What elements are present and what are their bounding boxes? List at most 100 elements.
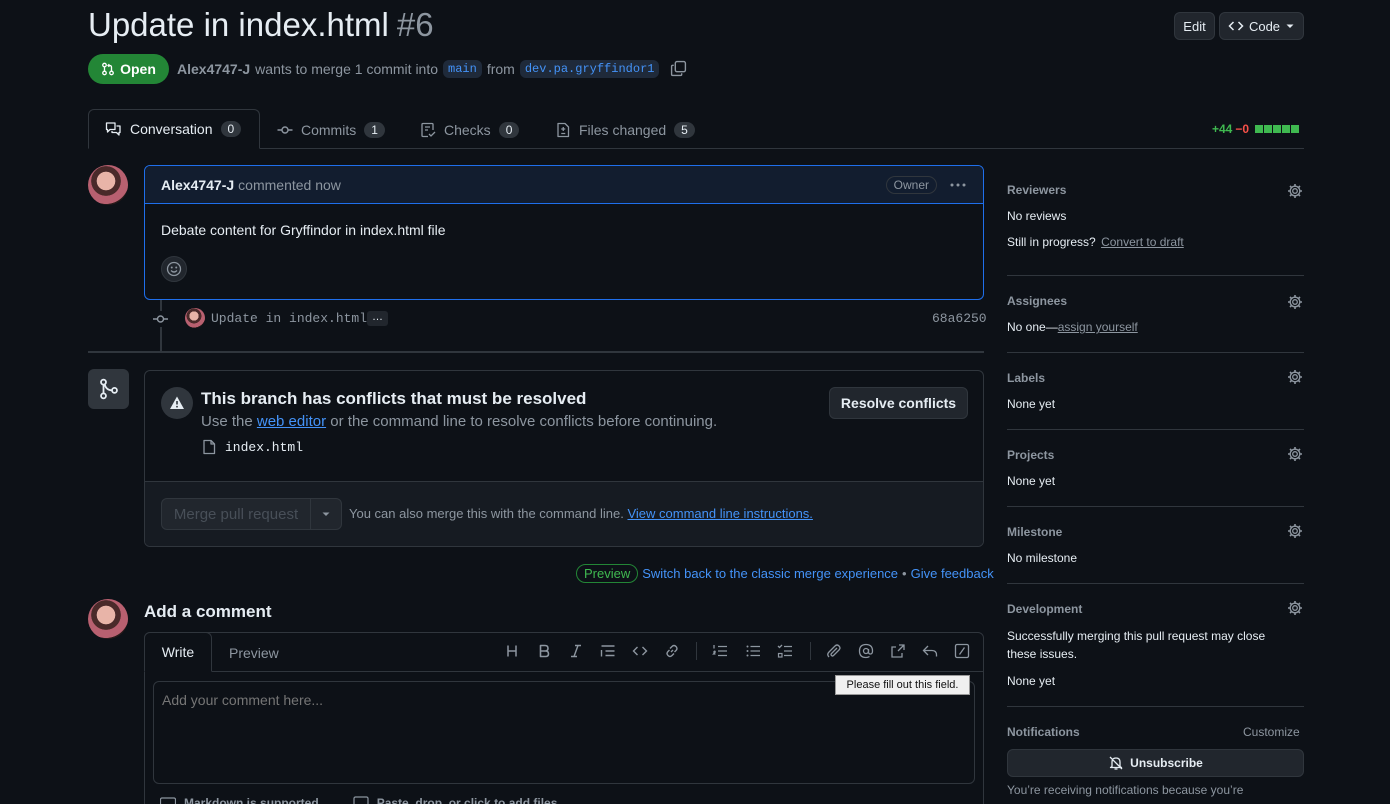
tab-write[interactable]: Write	[144, 632, 212, 672]
alert-icon	[170, 396, 184, 409]
copy-icon[interactable]	[670, 60, 687, 77]
tab-checks[interactable]: Checks 0	[420, 110, 520, 149]
additions-count: +44	[1212, 122, 1233, 136]
quote-icon[interactable]	[600, 643, 616, 659]
tab-preview[interactable]: Preview	[229, 633, 279, 672]
ordered-list-icon[interactable]	[712, 643, 728, 659]
preview-badge: Preview	[576, 563, 639, 583]
conflict-title: This branch has conflicts that must be r…	[201, 389, 587, 408]
commit-expand-button[interactable]: …	[367, 311, 388, 326]
edit-button[interactable]: Edit	[1174, 12, 1215, 40]
commit-icon	[277, 125, 293, 134]
in-progress-text: Still in progress?	[1007, 235, 1096, 249]
gear-icon[interactable]	[1287, 294, 1303, 310]
merge-pull-request-button[interactable]: Merge pull request	[161, 498, 311, 530]
tab-label: Files changed	[579, 121, 667, 138]
merge-method-dropdown[interactable]	[310, 498, 342, 530]
task-list-icon[interactable]	[777, 643, 793, 659]
conflict-desc-suffix: or the command line to resolve conflicts…	[330, 413, 718, 430]
kebab-horizontal-icon[interactable]	[949, 177, 967, 193]
code-button[interactable]: Code	[1219, 12, 1304, 40]
git-merge-icon	[99, 378, 118, 400]
gear-icon[interactable]	[1287, 523, 1303, 539]
file-icon	[203, 439, 216, 455]
validation-tooltip: Please fill out this field.	[835, 675, 970, 695]
gear-icon[interactable]	[1287, 183, 1303, 199]
code-icon[interactable]	[632, 643, 648, 659]
reviewers-value: No reviews	[1007, 209, 1067, 223]
base-branch[interactable]: main	[443, 60, 482, 78]
assignees-title[interactable]: Assignees	[1007, 294, 1067, 308]
reply-icon[interactable]	[922, 643, 938, 659]
unordered-list-icon[interactable]	[745, 643, 761, 659]
tab-files-changed[interactable]: Files changed 5	[555, 110, 695, 149]
gear-icon[interactable]	[1287, 600, 1303, 616]
conflict-description: Use the web editor or the command line t…	[201, 413, 717, 430]
give-feedback-link[interactable]: Give feedback	[911, 566, 994, 581]
development-value: None yet	[1007, 674, 1056, 688]
assignees-value: No one—assign yourself	[1007, 320, 1138, 334]
bold-icon[interactable]	[536, 643, 552, 659]
avatar[interactable]	[185, 308, 205, 328]
gear-icon[interactable]	[1287, 369, 1303, 385]
milestone-title[interactable]: Milestone	[1007, 525, 1062, 539]
commit-message[interactable]: Update in index.html	[211, 311, 367, 326]
toolbar-divider	[696, 642, 697, 660]
comment-body: Debate content for Gryffindor in index.h…	[161, 222, 446, 238]
web-editor-link[interactable]: web editor	[257, 413, 326, 430]
head-branch[interactable]: dev.pa.gryffindor1	[519, 60, 660, 78]
tab-counter: 0	[498, 121, 520, 138]
cli-instructions-link[interactable]: View command line instructions.	[627, 506, 812, 521]
link-icon[interactable]	[664, 643, 680, 659]
commit-sha[interactable]: 68a6250	[932, 311, 987, 326]
heading-icon[interactable]	[504, 643, 520, 659]
unsubscribe-label: Unsubscribe	[1130, 756, 1203, 770]
projects-title[interactable]: Projects	[1007, 448, 1054, 462]
comment-header: Alex4747-J commented now Owner	[145, 166, 983, 204]
switch-classic-link[interactable]: Switch back to the classic merge experie…	[642, 566, 898, 581]
conflict-section: This branch has conflicts that must be r…	[145, 371, 983, 482]
owner-badge: Owner	[885, 175, 937, 194]
development-title[interactable]: Development	[1007, 602, 1082, 616]
comment-discussion-icon	[105, 122, 121, 136]
notification-reason: You’re receiving notifications because y…	[1007, 783, 1244, 797]
reviewers-title[interactable]: Reviewers	[1007, 183, 1066, 197]
sidebar-separator	[1007, 583, 1304, 584]
markdown-supported[interactable]: Markdown is supported	[184, 796, 319, 804]
paperclip-icon[interactable]	[826, 643, 842, 659]
assignees-none: No one—	[1007, 320, 1058, 334]
slash-command-icon[interactable]	[954, 643, 970, 659]
tab-conversation[interactable]: Conversation 0	[88, 109, 260, 149]
cross-reference-icon[interactable]	[890, 643, 906, 659]
comment-author[interactable]: Alex4747-J	[161, 177, 234, 193]
unsubscribe-button[interactable]: Unsubscribe	[1007, 749, 1304, 777]
avatar[interactable]	[88, 599, 128, 639]
sidebar-separator	[1007, 275, 1304, 276]
merge-summary: Alex4747-J wants to merge 1 commit into …	[177, 58, 660, 80]
code-icon	[1228, 21, 1244, 31]
conflict-file[interactable]: index.html	[201, 439, 303, 455]
editor-footer: Markdown is supported Paste, drop, or cl…	[160, 795, 557, 804]
gear-icon[interactable]	[1287, 446, 1303, 462]
file-diff-icon	[557, 122, 570, 137]
resolve-conflicts-button[interactable]: Resolve conflicts	[829, 387, 968, 419]
pr-number: #6	[396, 6, 434, 43]
caret-down-icon	[322, 512, 330, 516]
comment-textarea[interactable]	[153, 681, 975, 784]
labels-title[interactable]: Labels	[1007, 371, 1045, 385]
add-reaction-button[interactable]	[161, 256, 187, 282]
diffstat: +44 −0	[1212, 121, 1300, 137]
italic-icon[interactable]	[568, 643, 584, 659]
attach-files[interactable]: Paste, drop, or click to add files	[377, 796, 558, 804]
merge-status-icon	[88, 369, 129, 409]
tab-commits[interactable]: Commits 1	[277, 110, 385, 149]
convert-to-draft-link[interactable]: Convert to draft	[1101, 235, 1184, 249]
toolbar-divider	[810, 642, 811, 660]
assign-yourself-link[interactable]: assign yourself	[1058, 320, 1138, 334]
avatar[interactable]	[88, 165, 128, 205]
author-link[interactable]: Alex4747-J	[177, 61, 250, 77]
mention-icon[interactable]	[858, 643, 874, 659]
customize-link[interactable]: Customize	[1243, 725, 1300, 739]
image-icon	[353, 796, 369, 804]
tab-counter: 1	[364, 121, 385, 138]
